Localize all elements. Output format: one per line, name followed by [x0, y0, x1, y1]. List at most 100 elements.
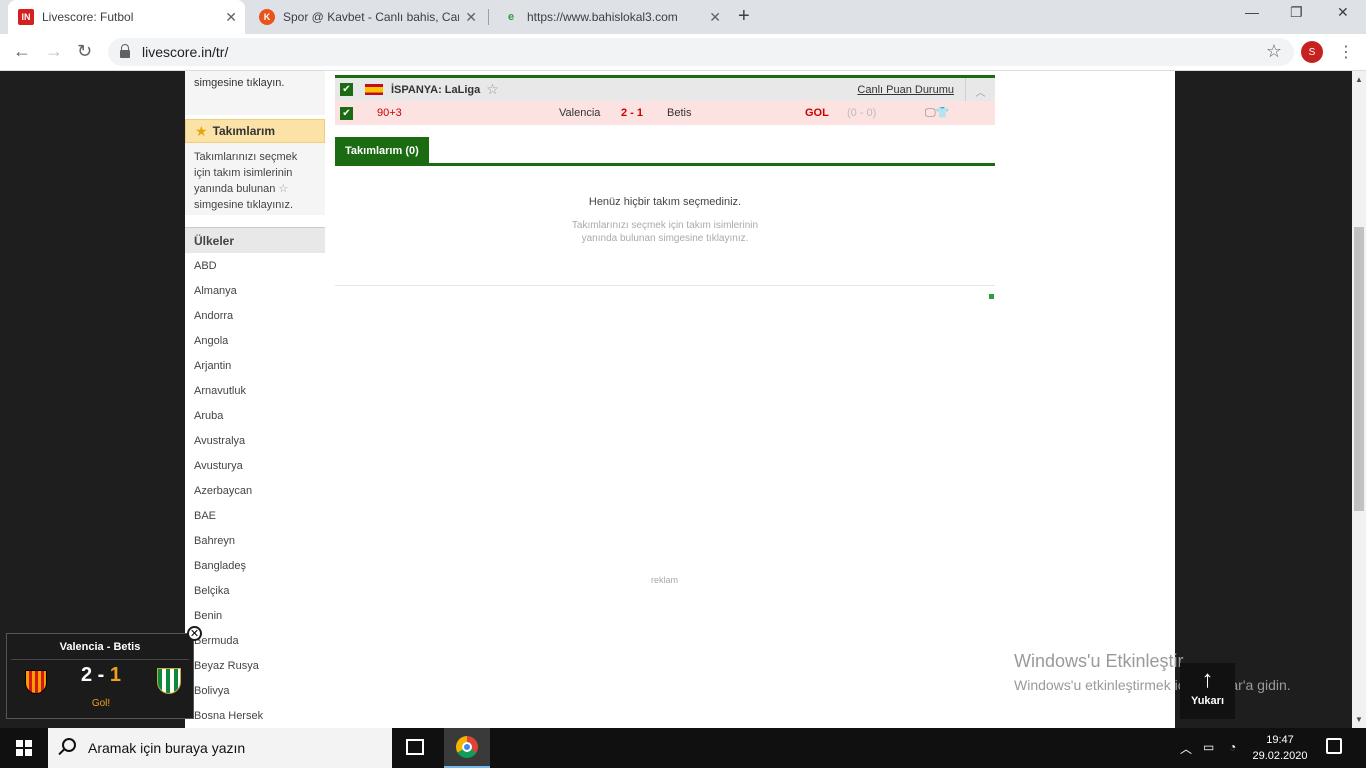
country-item[interactable]: Andorra: [185, 303, 325, 328]
empty-state-description: Takımlarınızı seçmek için takım isimleri…: [571, 220, 759, 244]
address-bar[interactable]: livescore.in/tr/ ☆: [108, 38, 1294, 66]
spain-flag-icon: [365, 84, 383, 95]
scroll-thumb[interactable]: [1354, 227, 1364, 511]
livescore-favicon: IN: [18, 9, 34, 25]
match-checkbox[interactable]: ✔: [340, 106, 353, 120]
page-viewport: simgesine tıklayın. ★ Takımlarım Takımla…: [0, 71, 1352, 728]
score-notification-popup[interactable]: Valencia - Betis ✕ 2 - 1 Gol!: [6, 626, 202, 719]
new-tab-icon[interactable]: +: [738, 5, 750, 28]
restore-icon[interactable]: ❐: [1290, 4, 1303, 21]
country-item[interactable]: Bolivya: [185, 678, 325, 703]
tab-kavbet[interactable]: K Spor @ Kavbet - Canlı bahis, Can ✕: [249, 0, 485, 34]
chrome-icon: [456, 736, 478, 758]
star-outline-icon: ☆: [278, 183, 289, 195]
star-icon: ★: [195, 122, 208, 139]
lock-icon[interactable]: [120, 44, 130, 58]
search-icon: [62, 738, 76, 752]
country-item[interactable]: Bahreyn: [185, 528, 325, 553]
my-teams-header: ★ Takımlarım: [185, 119, 325, 143]
close-icon[interactable]: ✕: [465, 9, 477, 26]
task-view-icon[interactable]: [406, 739, 424, 755]
country-item[interactable]: Azerbaycan: [185, 478, 325, 503]
betis-crest-icon: [157, 668, 181, 694]
activation-watermark-subtitle: Windows'u etkinleştirmek için Ayarlar'a …: [1014, 677, 1291, 693]
country-item[interactable]: ABD: [185, 253, 325, 278]
back-icon[interactable]: ←: [13, 41, 31, 62]
country-item[interactable]: Belçika: [185, 578, 325, 603]
home-team: Valencia: [559, 107, 601, 119]
countries-title: Ülkeler: [194, 233, 235, 248]
battery-icon[interactable]: ▭: [1203, 740, 1214, 754]
country-item[interactable]: Avusturya: [185, 453, 325, 478]
back-to-top-button[interactable]: ↑ Yukarı: [1180, 663, 1235, 719]
country-item[interactable]: Arjantin: [185, 353, 325, 378]
league-header: ✔ İSPANYA: LaLiga ☆ Canlı Puan Durumu ︿: [335, 75, 995, 104]
favorite-star-icon[interactable]: ☆: [486, 81, 499, 98]
tab-bahislokal[interactable]: e https://www.bahislokal3.com ✕: [493, 0, 729, 34]
close-icon[interactable]: ✕: [709, 9, 721, 26]
sidebar-help-tail: simgesine tıklayın.: [185, 71, 325, 115]
country-item[interactable]: Arnavutluk: [185, 378, 325, 403]
close-window-icon[interactable]: ✕: [1337, 4, 1349, 21]
empty-state-title: Henüz hiçbir takım seçmediniz.: [588, 196, 742, 208]
country-item[interactable]: Avustralya: [185, 428, 325, 453]
popup-away-goals: 1: [109, 664, 122, 686]
country-item[interactable]: Bermuda: [185, 628, 325, 653]
more-menu-icon[interactable]: ⋮: [1338, 42, 1354, 62]
back-to-top-label: Yukarı: [1190, 695, 1225, 707]
country-item[interactable]: Beyaz Rusya: [185, 653, 325, 678]
left-sidebar: simgesine tıklayın. ★ Takımlarım Takımla…: [185, 71, 325, 728]
countries-list: ABD Almanya Andorra Angola Arjantin Arna…: [185, 253, 325, 728]
league-name[interactable]: İSPANYA: LaLiga: [391, 84, 480, 96]
scroll-down-icon[interactable]: ▼: [1355, 715, 1363, 724]
tab-strip: IN Livescore: Futbol ✕ K Spor @ Kavbet -…: [0, 0, 1366, 34]
league-checkbox[interactable]: ✔: [340, 83, 353, 96]
taskbar-clock[interactable]: 19:47 29.02.2020: [1252, 732, 1308, 764]
forward-icon[interactable]: →: [45, 41, 63, 62]
goal-event: GOL: [805, 107, 829, 119]
tab-title: https://www.bahislokal3.com: [527, 10, 678, 24]
popup-score-separator: -: [97, 664, 105, 686]
chrome-taskbar-button[interactable]: [444, 728, 490, 768]
countries-header: Ülkeler: [185, 227, 325, 253]
tab-title: Livescore: Futbol: [42, 10, 134, 24]
country-item[interactable]: Bosna Hersek: [185, 703, 325, 728]
tab-underline: [335, 163, 995, 166]
profile-avatar[interactable]: S: [1301, 41, 1323, 63]
page-scrollbar[interactable]: ▲ ▼: [1352, 71, 1366, 728]
minimize-icon[interactable]: —: [1245, 4, 1259, 20]
tab-my-teams[interactable]: Takımlarım (0): [335, 137, 429, 165]
taskbar-search[interactable]: Aramak için buraya yazın: [48, 728, 392, 768]
country-item[interactable]: Bangladeş: [185, 553, 325, 578]
kavbet-favicon: K: [259, 9, 275, 25]
live-standings-link[interactable]: Canlı Puan Durumu: [857, 84, 954, 96]
main-content: ✔ İSPANYA: LaLiga ☆ Canlı Puan Durumu ︿ …: [325, 71, 1175, 728]
activation-watermark-title: Windows'u Etkinleştir: [1014, 651, 1184, 671]
popup-status: Gol!: [91, 698, 111, 709]
wifi-icon[interactable]: ◔: [1229, 740, 1236, 754]
reload-icon[interactable]: ↻: [77, 41, 92, 62]
country-item[interactable]: Angola: [185, 328, 325, 353]
country-item[interactable]: Almanya: [185, 278, 325, 303]
match-minute: 90+3: [377, 107, 402, 119]
windows-taskbar: Aramak için buraya yazın ︿ ▭ ◔ 19:47 29.…: [0, 728, 1366, 768]
tab-separator: [488, 9, 489, 25]
popup-home-goals: 2: [80, 664, 93, 686]
scroll-up-icon[interactable]: ▲: [1355, 75, 1363, 84]
popup-title: Valencia - Betis: [11, 634, 189, 660]
windows-start-icon[interactable]: [16, 740, 32, 756]
bookmark-star-icon[interactable]: ☆: [1266, 41, 1282, 62]
tray-chevron-icon[interactable]: ︿: [1180, 740, 1192, 757]
close-icon[interactable]: ✕: [187, 626, 202, 641]
sidebar-help-text: simgesine tıklayın.: [194, 77, 285, 89]
country-item[interactable]: BAE: [185, 503, 325, 528]
match-row[interactable]: ✔ 90+3 Valencia 2 - 1 Betis GOL (0 - 0) …: [335, 101, 995, 125]
match-score: 2 - 1: [621, 107, 644, 119]
country-item[interactable]: Benin: [185, 603, 325, 628]
country-item[interactable]: Aruba: [185, 403, 325, 428]
notification-icon[interactable]: [1326, 738, 1342, 754]
tab-livescore[interactable]: IN Livescore: Futbol ✕: [8, 0, 245, 34]
close-icon[interactable]: ✕: [225, 9, 237, 26]
tv-lineup-icons[interactable]: 🖵👕: [925, 106, 949, 120]
status-dot: [989, 294, 994, 299]
